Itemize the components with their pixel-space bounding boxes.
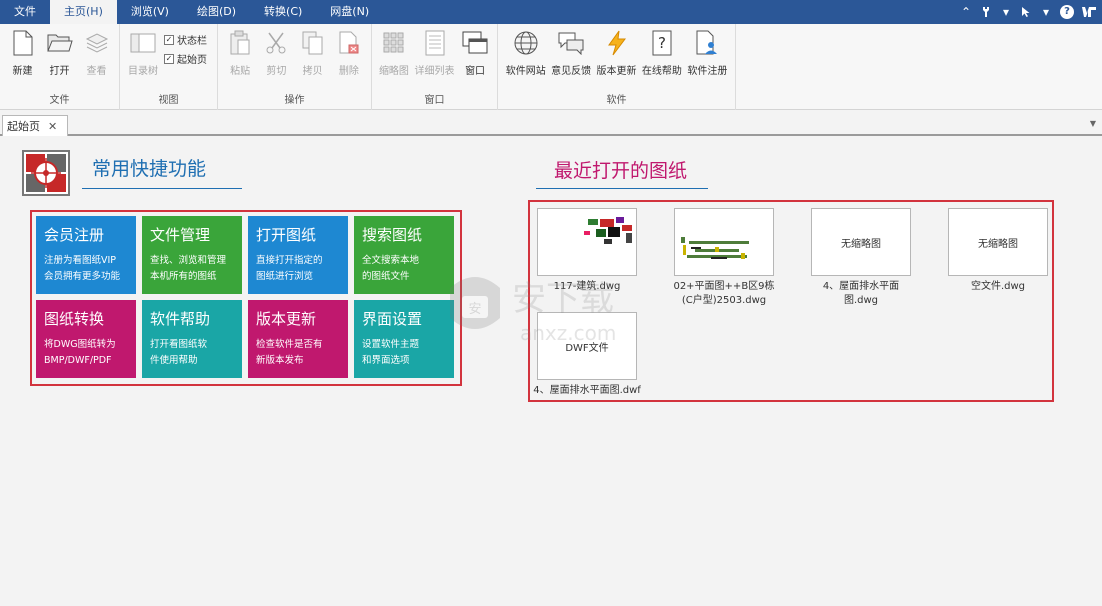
tile-open-drawing[interactable]: 打开图纸 直接打开指定的 图纸进行浏览	[248, 216, 348, 294]
open-folder-icon	[46, 30, 73, 56]
chat-bubbles-icon	[558, 30, 584, 56]
online-help-button[interactable]: ? 在线帮助	[640, 28, 683, 88]
dropdown-arrow-icon[interactable]: ▾	[1040, 5, 1052, 19]
thumbnails-button[interactable]: 缩略图	[378, 28, 410, 88]
drawing-thumbnail: 无缩略图	[811, 208, 911, 276]
quick-title-underline	[82, 188, 242, 189]
register-user-icon	[694, 30, 720, 56]
copy-icon	[300, 30, 326, 56]
view-button[interactable]: 查看	[80, 28, 113, 88]
document-tab-bar: 起始页 ✕ ▼	[0, 113, 1102, 136]
vip-icon[interactable]	[1082, 7, 1096, 17]
update-button[interactable]: 版本更新	[595, 28, 638, 88]
delete-button[interactable]: 删除	[333, 28, 365, 88]
menu-tab-convert[interactable]: 转换(C)	[250, 0, 316, 24]
thumbnail-grid-icon	[381, 30, 407, 56]
checkbox-checked-icon: ✓	[164, 34, 174, 45]
start-page-checkbox[interactable]: ✓ 起始页	[164, 51, 207, 66]
new-file-icon	[10, 30, 36, 56]
status-bar-checkbox[interactable]: ✓ 状态栏	[164, 32, 207, 47]
dir-tree-icon	[130, 30, 156, 56]
detail-list-button[interactable]: 详细列表	[414, 28, 455, 88]
ribbon-group-view: 目录树 ✓ 状态栏 ✓ 起始页 视图	[120, 24, 218, 110]
recent-file-item[interactable]: 02+平面图++B区9栋(C户型)2503.dwg	[669, 208, 779, 308]
register-button[interactable]: 软件注册	[686, 28, 729, 88]
ribbon-group-file: 新建 打开 查看 文件	[0, 24, 120, 110]
site-watermark: 安 安下载 anxz.com	[440, 258, 660, 348]
recent-file-item[interactable]: 无缩略图 空文件.dwg	[943, 208, 1053, 294]
drawing-thumbnail: 无缩略图	[948, 208, 1048, 276]
scissors-icon	[263, 30, 289, 56]
cut-button[interactable]: 剪切	[260, 28, 292, 88]
collapse-ribbon-icon[interactable]: ⌃	[960, 5, 972, 19]
open-button[interactable]: 打开	[43, 28, 76, 88]
dir-tree-button[interactable]: 目录树	[126, 28, 160, 88]
tile-ui-settings[interactable]: 界面设置 设置软件主题 和界面选项	[354, 300, 454, 378]
tab-list-dropdown-icon[interactable]: ▼	[1090, 119, 1096, 128]
tile-member-register[interactable]: 会员注册 注册为看图纸VIP 会员拥有更多功能	[36, 216, 136, 294]
window-button[interactable]: 窗口	[459, 28, 491, 88]
close-icon[interactable]: ✕	[48, 120, 57, 133]
detail-list-icon	[422, 30, 448, 56]
tile-version-update[interactable]: 版本更新 检查软件是否有 新版本发布	[248, 300, 348, 378]
copy-button[interactable]: 拷贝	[297, 28, 329, 88]
menu-tab-home[interactable]: 主页(H)	[50, 0, 117, 24]
globe-icon	[513, 30, 539, 56]
menu-tab-file[interactable]: 文件	[0, 0, 50, 24]
cad-preview-icon	[681, 237, 749, 259]
window-icon	[462, 30, 488, 56]
ribbon: 新建 打开 查看 文件 目录树 ✓ 状态栏 ✓ 起始页 视图 粘贴 剪切 拷贝 …	[0, 24, 1102, 110]
svg-text:?: ?	[658, 34, 666, 52]
menu-tab-cloud[interactable]: 网盘(N)	[316, 0, 383, 24]
tools-icon[interactable]	[980, 6, 992, 18]
tile-file-manager[interactable]: 文件管理 查找、浏览和管理 本机所有的图纸	[142, 216, 242, 294]
question-doc-icon: ?	[649, 30, 675, 56]
lightning-icon	[604, 30, 630, 56]
tile-software-help[interactable]: 软件帮助 打开看图纸软 件使用帮助	[142, 300, 242, 378]
checkbox-checked-icon: ✓	[164, 53, 174, 64]
paste-button[interactable]: 粘贴	[224, 28, 256, 88]
view-pages-icon	[84, 30, 110, 56]
recent-drawings-title: 最近打开的图纸	[554, 160, 688, 182]
menu-bar: 文件 主页(H) 浏览(V) 绘图(D) 转换(C) 网盘(N) ⌃ ▾ ▾ ?	[0, 0, 1102, 24]
delete-doc-icon	[336, 30, 362, 56]
website-button[interactable]: 软件网站	[504, 28, 547, 88]
tile-drawing-convert[interactable]: 图纸转换 将DWG图纸转为 BMP/DWF/PDF	[36, 300, 136, 378]
svg-text:安: 安	[468, 302, 481, 317]
start-page: 常用快捷功能 最近打开的图纸 会员注册 注册为看图纸VIP 会员拥有更多功能 文…	[0, 138, 1102, 606]
paste-icon	[227, 30, 253, 56]
cursor-icon[interactable]	[1020, 6, 1032, 18]
dropdown-arrow-icon[interactable]: ▾	[1000, 5, 1012, 19]
menu-tab-browse[interactable]: 浏览(V)	[117, 0, 183, 24]
quick-functions-title: 常用快捷功能	[92, 158, 207, 180]
quick-functions-panel: 会员注册 注册为看图纸VIP 会员拥有更多功能 文件管理 查找、浏览和管理 本机…	[30, 210, 462, 386]
tab-start-page[interactable]: 起始页 ✕	[2, 115, 68, 136]
help-icon[interactable]: ?	[1060, 5, 1074, 19]
title-tools: ⌃ ▾ ▾ ?	[960, 0, 1096, 24]
menu-tab-draw[interactable]: 绘图(D)	[183, 0, 250, 24]
new-button[interactable]: 新建	[6, 28, 39, 88]
drawing-thumbnail	[674, 208, 774, 276]
recent-title-underline	[536, 188, 708, 189]
recent-file-item[interactable]: 无缩略图 4、屋面排水平面图.dwg	[806, 208, 916, 308]
feedback-button[interactable]: 意见反馈	[549, 28, 592, 88]
svg-text:安下载: 安下载	[512, 279, 614, 319]
tile-search-drawing[interactable]: 搜索图纸 全文搜索本地 的图纸文件	[354, 216, 454, 294]
app-logo	[22, 150, 70, 196]
ribbon-group-ops: 粘贴 剪切 拷贝 删除 操作	[218, 24, 372, 110]
svg-text:anxz.com: anxz.com	[520, 321, 616, 345]
ribbon-group-window: 缩略图 详细列表 窗口 窗口	[372, 24, 498, 110]
ribbon-group-software: 软件网站 意见反馈 版本更新 ? 在线帮助 软件注册 软件	[498, 24, 736, 110]
